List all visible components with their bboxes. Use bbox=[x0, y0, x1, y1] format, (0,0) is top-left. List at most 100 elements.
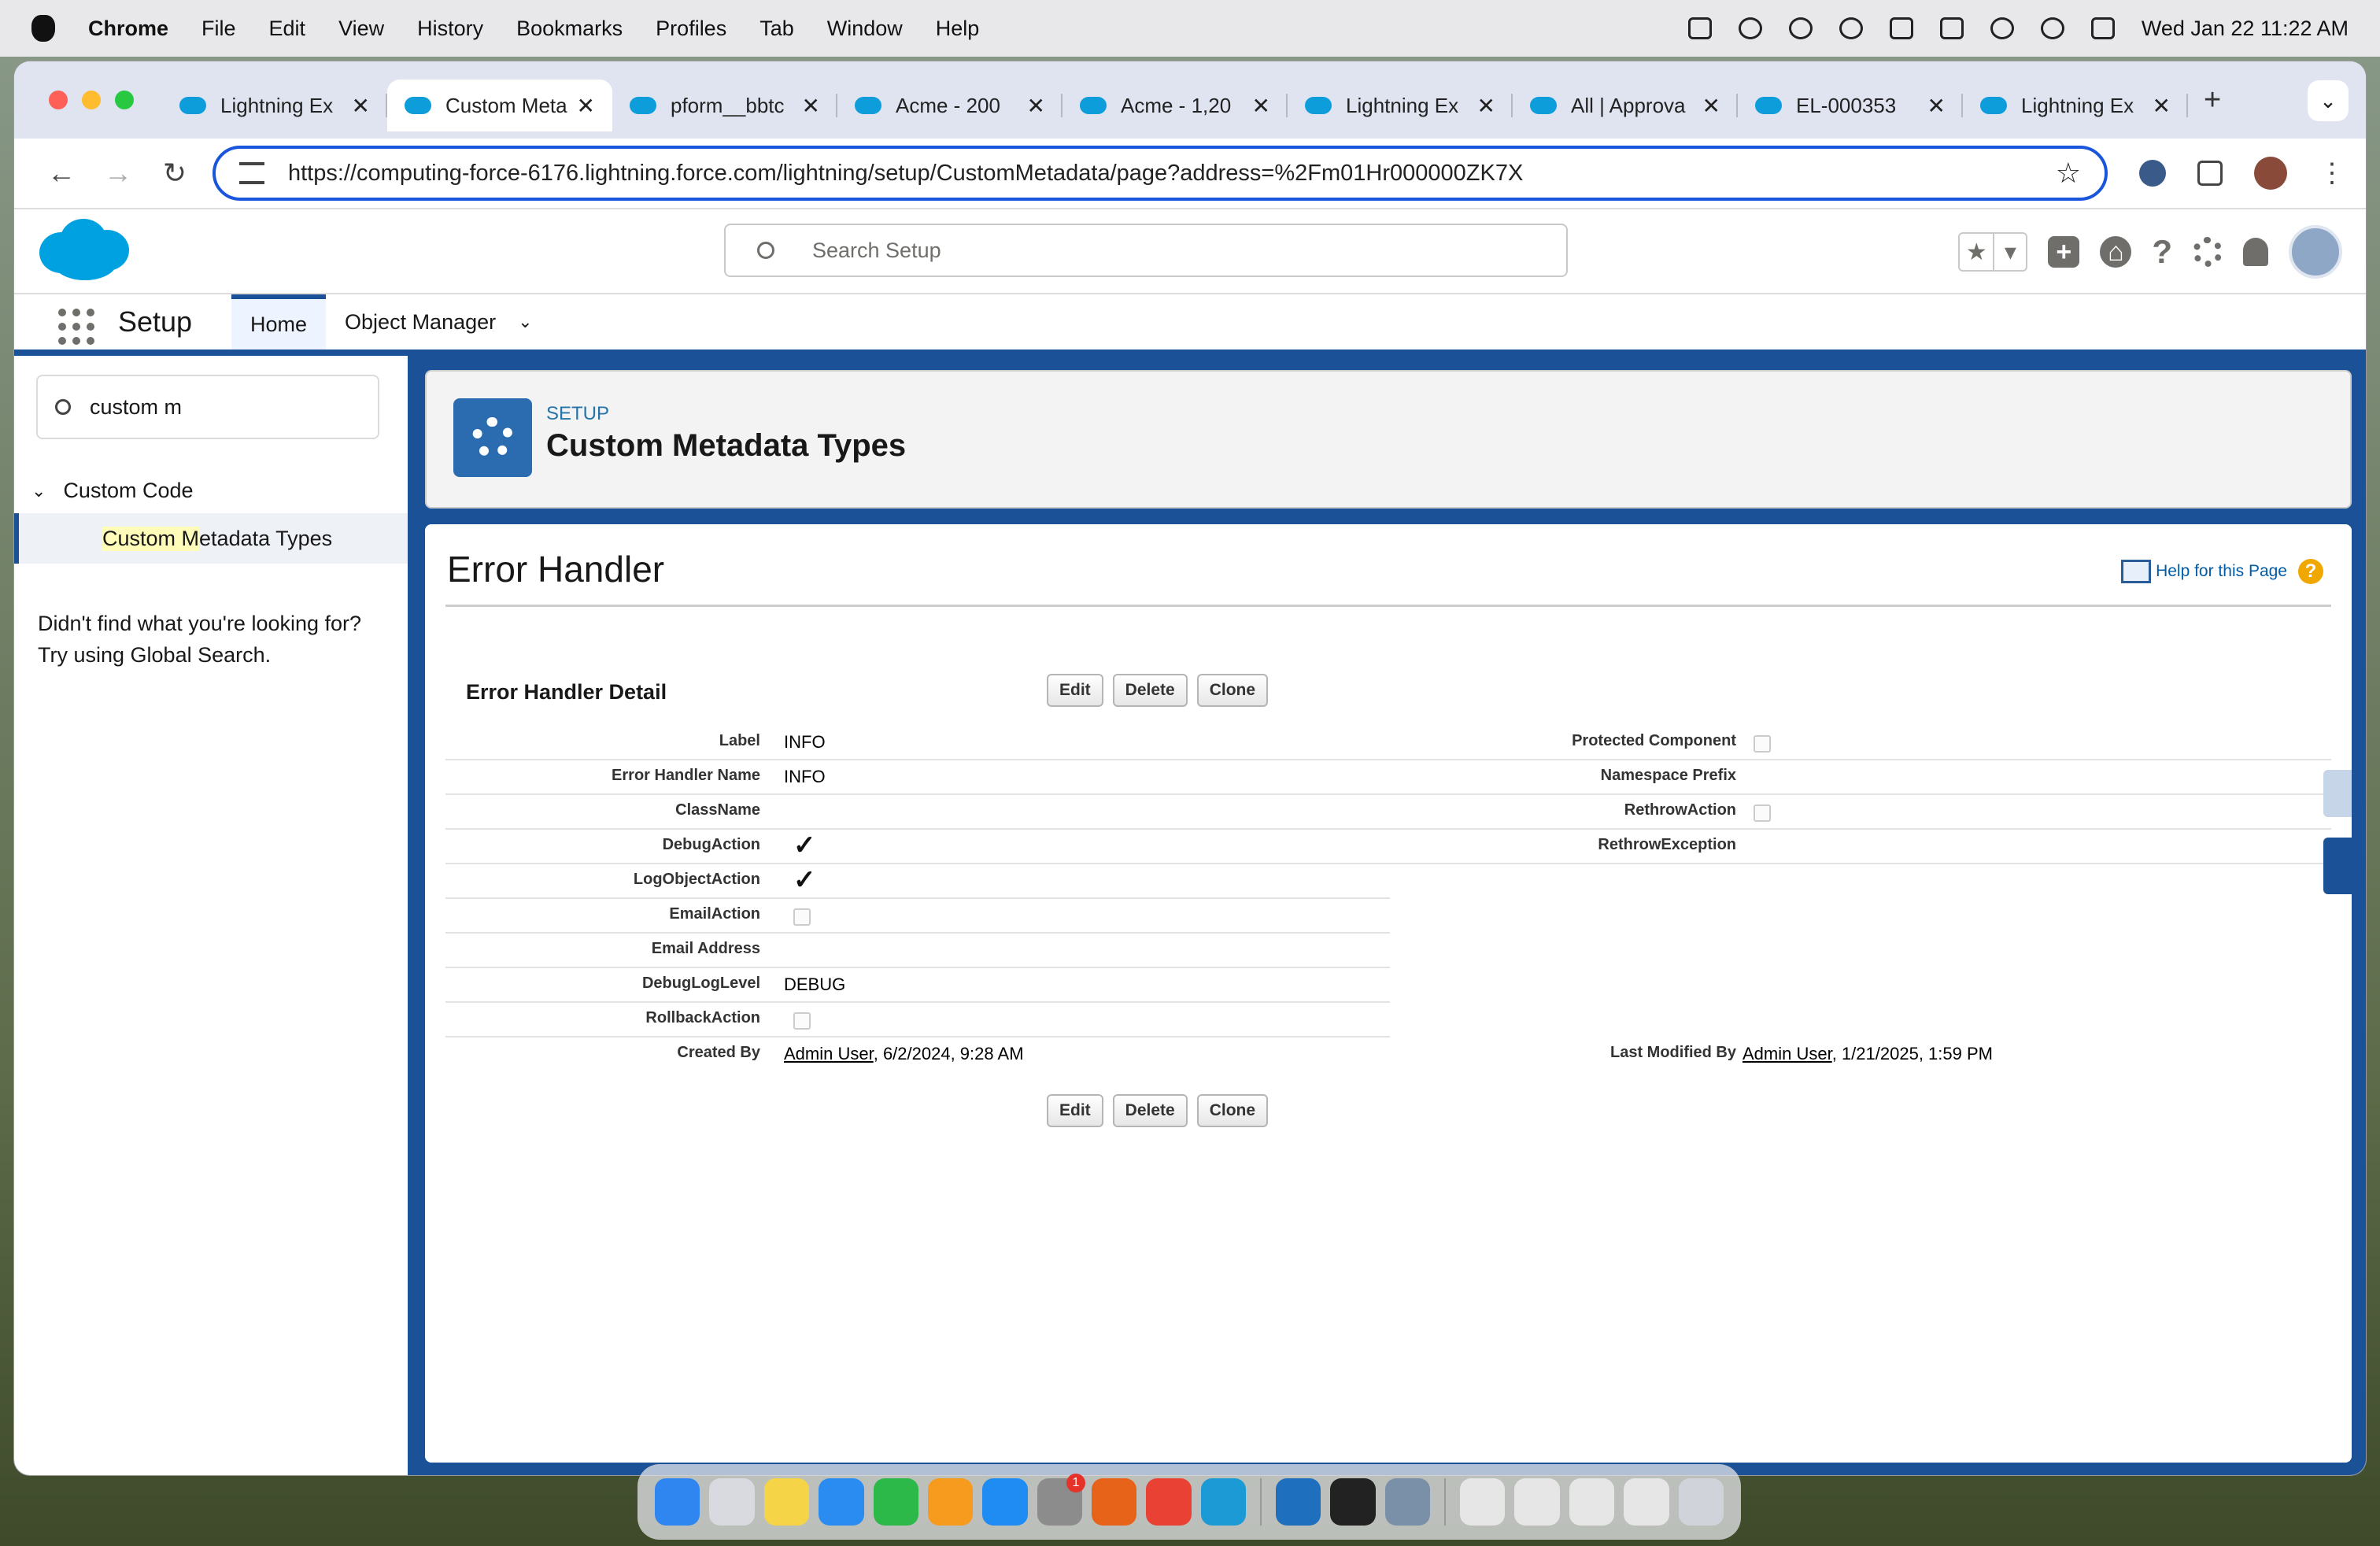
profile-avatar[interactable] bbox=[2254, 157, 2287, 190]
browser-tab[interactable]: Acme - 1,20 ✕ bbox=[1062, 80, 1288, 131]
tab-object-manager[interactable]: Object Manager ⌄ bbox=[326, 294, 552, 350]
chevron-down-icon[interactable]: ⌄ bbox=[518, 312, 532, 332]
minimized-window-icon[interactable] bbox=[1569, 1478, 1615, 1526]
menu-file[interactable]: File bbox=[201, 17, 236, 41]
site-info-icon[interactable] bbox=[239, 162, 264, 184]
tab-home[interactable]: Home bbox=[231, 294, 327, 350]
clone-button[interactable]: Clone bbox=[1196, 674, 1269, 707]
keynote-icon[interactable] bbox=[819, 1478, 864, 1526]
setup-gear-icon[interactable] bbox=[2193, 237, 2223, 267]
close-tab-icon[interactable]: ✕ bbox=[1477, 93, 1495, 119]
finder-icon[interactable] bbox=[655, 1478, 700, 1526]
forward-arrow-icon[interactable]: → bbox=[90, 157, 146, 190]
trash-icon[interactable] bbox=[1678, 1478, 1724, 1526]
numbers-icon[interactable] bbox=[873, 1478, 918, 1526]
close-tab-icon[interactable]: ✕ bbox=[802, 93, 820, 119]
setup-search-input[interactable]: Search Setup bbox=[724, 224, 1568, 277]
created-by-user-link[interactable]: Admin User bbox=[784, 1044, 874, 1063]
browser-tab[interactable]: Lightning Ex ✕ bbox=[1963, 80, 2188, 131]
close-tab-icon[interactable]: ✕ bbox=[1927, 93, 1946, 119]
side-panel-collapse-arrow-icon[interactable] bbox=[2323, 838, 2352, 894]
firefox-icon[interactable] bbox=[1092, 1478, 1137, 1526]
help-question-icon[interactable]: ? bbox=[2298, 559, 2323, 584]
extension-icon[interactable] bbox=[2139, 160, 2166, 187]
help-link[interactable]: Help for this Page ? bbox=[2121, 559, 2323, 584]
side-panel-toggle[interactable] bbox=[2323, 770, 2352, 817]
address-bar[interactable]: https://computing-force-6176.lightning.f… bbox=[213, 146, 2108, 201]
menu-edit[interactable]: Edit bbox=[269, 17, 306, 41]
minimize-window-button[interactable] bbox=[82, 91, 101, 109]
reload-icon[interactable]: ↻ bbox=[146, 157, 203, 190]
menu-tab[interactable]: Tab bbox=[759, 17, 794, 41]
chrome-menu-icon[interactable]: ⋮ bbox=[2319, 157, 2345, 189]
system-settings-icon[interactable]: 1 bbox=[1037, 1474, 1085, 1526]
close-window-button[interactable] bbox=[49, 91, 68, 109]
browser-tab[interactable]: Lightning Ex ✕ bbox=[1288, 80, 1513, 131]
browser-tab[interactable]: EL-000353 ✕ bbox=[1738, 80, 1963, 131]
pages-icon[interactable] bbox=[927, 1478, 974, 1526]
close-tab-icon[interactable]: ✕ bbox=[1702, 93, 1720, 119]
back-arrow-icon[interactable]: ← bbox=[33, 157, 90, 190]
bookmark-star-icon[interactable]: ☆ bbox=[2056, 157, 2081, 190]
launchpad-icon[interactable] bbox=[709, 1478, 755, 1526]
contacts-icon[interactable] bbox=[1889, 17, 1913, 39]
close-tab-icon[interactable]: ✕ bbox=[1027, 93, 1045, 119]
menu-history[interactable]: History bbox=[417, 17, 483, 41]
clone-button[interactable]: Clone bbox=[1196, 1094, 1269, 1127]
browser-tab[interactable]: Acme - 200 ✕ bbox=[837, 80, 1062, 131]
battery-icon[interactable] bbox=[1939, 17, 1964, 39]
tree-item-custom-metadata-types[interactable]: Custom Metadata Types bbox=[14, 513, 408, 564]
modified-by-user-link[interactable]: Admin User bbox=[1743, 1044, 1832, 1063]
browser-tab-active[interactable]: Custom Meta ✕ bbox=[387, 80, 612, 131]
menu-chrome[interactable]: Chrome bbox=[88, 17, 168, 41]
trailhead-icon[interactable]: ⌂ bbox=[2100, 236, 2132, 268]
browser-tab[interactable]: All | Approva ✕ bbox=[1513, 80, 1738, 131]
close-tab-icon[interactable]: ✕ bbox=[2153, 93, 2171, 119]
menu-view[interactable]: View bbox=[338, 17, 384, 41]
quick-find-input[interactable]: custom m bbox=[36, 375, 379, 439]
minimized-window-icon[interactable] bbox=[1460, 1478, 1506, 1526]
preview-icon[interactable] bbox=[1384, 1478, 1431, 1526]
favorites-star-icon[interactable]: ★ bbox=[1960, 234, 1993, 270]
menu-profiles[interactable]: Profiles bbox=[656, 17, 726, 41]
favorites-list-chevron-icon[interactable]: ▾ bbox=[1993, 234, 2026, 270]
notes-icon[interactable] bbox=[763, 1478, 810, 1526]
browser-tab[interactable]: Lightning Ex ✕ bbox=[162, 80, 387, 131]
menu-bookmarks[interactable]: Bookmarks bbox=[516, 17, 623, 41]
browser-tab[interactable]: pform__bbtc ✕ bbox=[612, 80, 837, 131]
salesforce-logo-icon[interactable] bbox=[38, 217, 131, 282]
edit-button[interactable]: Edit bbox=[1047, 1094, 1103, 1127]
clock[interactable]: Wed Jan 22 11:22 AM bbox=[2142, 17, 2349, 41]
apple-icon[interactable] bbox=[31, 15, 55, 42]
help-question-icon[interactable]: ? bbox=[2152, 233, 2172, 271]
minimized-window-icon[interactable] bbox=[1624, 1478, 1669, 1526]
new-tab-button[interactable]: + bbox=[2204, 83, 2221, 117]
close-tab-icon[interactable]: ✕ bbox=[352, 93, 370, 119]
edit-button[interactable]: Edit bbox=[1047, 674, 1103, 707]
delete-button[interactable]: Delete bbox=[1112, 1094, 1188, 1127]
app-launcher-icon[interactable] bbox=[58, 309, 94, 345]
edge-icon[interactable] bbox=[1200, 1478, 1247, 1526]
terminal-icon[interactable] bbox=[1330, 1478, 1376, 1526]
url-text[interactable]: https://computing-force-6176.lightning.f… bbox=[288, 161, 1523, 187]
spotlight-icon[interactable] bbox=[2040, 17, 2064, 39]
close-tab-icon[interactable]: ✕ bbox=[1252, 93, 1270, 119]
play-icon[interactable] bbox=[1839, 17, 1863, 39]
zoom-window-button[interactable] bbox=[115, 91, 134, 109]
airdrop-icon[interactable] bbox=[1738, 17, 1762, 39]
notifications-bell-icon[interactable] bbox=[2243, 238, 2268, 266]
minimized-window-icon[interactable] bbox=[1514, 1478, 1560, 1526]
menu-window[interactable]: Window bbox=[827, 17, 903, 41]
chrome-icon[interactable] bbox=[1146, 1478, 1192, 1526]
wifi-icon[interactable] bbox=[1990, 17, 2014, 39]
extensions-puzzle-icon[interactable] bbox=[2197, 161, 2223, 186]
close-tab-icon[interactable]: ✕ bbox=[577, 93, 595, 119]
safari-icon[interactable] bbox=[982, 1478, 1028, 1526]
tab-search-chevron-icon[interactable]: ⌄ bbox=[2308, 80, 2349, 121]
user-avatar[interactable] bbox=[2289, 225, 2342, 279]
delete-button[interactable]: Delete bbox=[1112, 674, 1188, 707]
global-actions-plus-icon[interactable]: + bbox=[2048, 236, 2080, 268]
tree-group-custom-code[interactable]: ⌄ Custom Code bbox=[31, 479, 194, 503]
x-status-icon[interactable] bbox=[1788, 17, 1813, 39]
drive-icon[interactable] bbox=[1687, 17, 1712, 39]
